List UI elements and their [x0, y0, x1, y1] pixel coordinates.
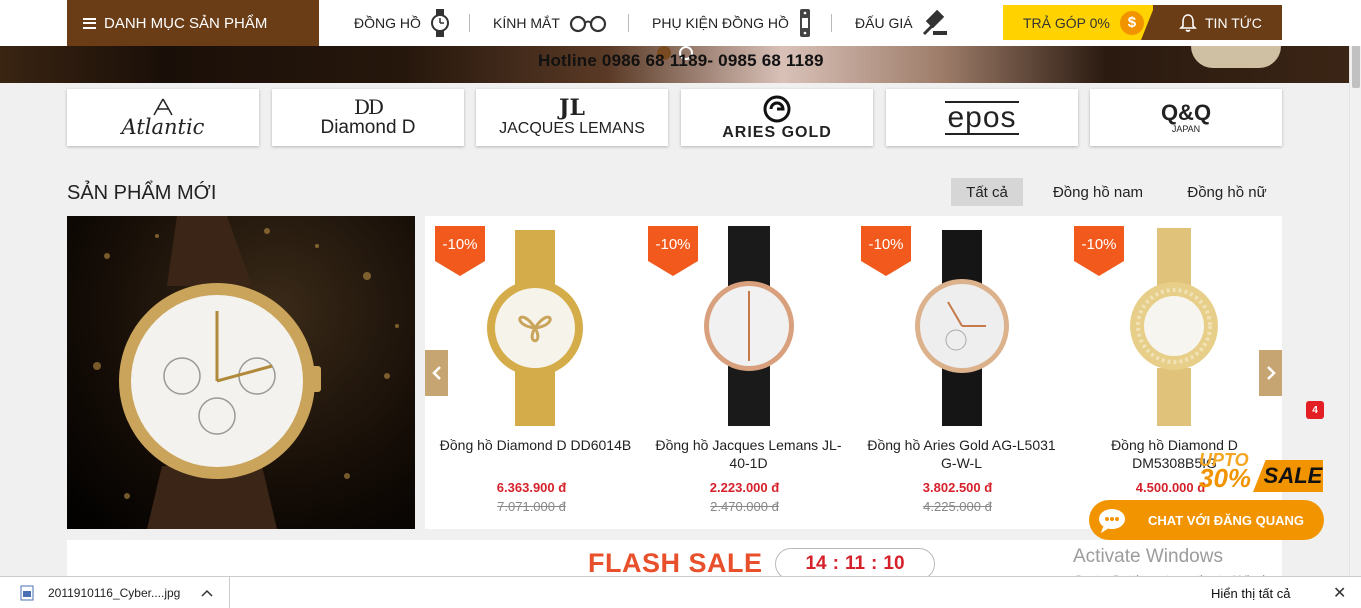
product-image: [915, 230, 1009, 426]
glasses-icon: [569, 15, 606, 33]
timer-minutes: 11: [844, 553, 866, 574]
promo-percent: 30%: [1199, 463, 1252, 493]
close-download-bar-icon[interactable]: ✕: [1333, 583, 1346, 603]
atlantic-logo-icon: [153, 98, 173, 115]
product-carousel: -10% Đồng hồ Diamond D DD6014B 6.363.900…: [425, 216, 1282, 529]
tab-women[interactable]: Đồng hồ nữ: [1177, 178, 1277, 206]
product-image: [487, 230, 583, 426]
product-image: [704, 226, 794, 426]
promo-upto[interactable]: UPTO 30%: [1199, 451, 1252, 493]
nav-divider: [628, 14, 629, 32]
nav-label: ĐỒNG HỒ: [354, 15, 421, 31]
nav-phu-kien[interactable]: PHỤ KIỆN ĐỒNG HỒ: [652, 0, 813, 46]
brand-name: Atlantic: [121, 114, 205, 139]
nav-kinh-mat[interactable]: KÍNH MẮT: [493, 0, 608, 46]
timer-hours: 14: [805, 553, 827, 574]
brand-aries-gold[interactable]: ARIES GOLD: [681, 89, 873, 146]
news-label: TIN TỨC: [1205, 14, 1262, 31]
hero-banner-strip[interactable]: Hotline 0986 68 1189- 0985 68 1189: [0, 46, 1349, 83]
bell-icon: [1179, 13, 1197, 32]
timer-seconds: 10: [883, 553, 905, 574]
epos-logo-frame: epos: [945, 100, 1019, 135]
banner-watch-image: [1191, 46, 1281, 68]
nav-label: ĐẤU GIÁ: [855, 15, 913, 31]
tab-men[interactable]: Đồng hồ nam: [1044, 178, 1152, 206]
featured-watch-image: [93, 216, 399, 529]
section-title: SẢN PHẨM MỚI: [67, 182, 217, 204]
nav-dong-ho[interactable]: ĐỒNG HỒ: [354, 0, 451, 46]
carousel-prev-button[interactable]: [425, 350, 448, 396]
discount-badge: -10%: [435, 226, 485, 276]
aries-gold-logo-icon: [763, 95, 791, 122]
notification-badge[interactable]: 4: [1306, 401, 1324, 419]
carousel-next-button[interactable]: [1259, 350, 1282, 396]
brand-sub: JAPAN: [1171, 123, 1201, 134]
chevron-left-icon: [431, 366, 441, 380]
brand-qq[interactable]: Q&Q JAPAN: [1090, 89, 1282, 146]
category-menu-button[interactable]: DANH MỤC SẢN PHẨM: [67, 0, 319, 46]
nav-divider: [469, 14, 470, 32]
brand-name: Diamond D: [320, 116, 416, 138]
activate-windows-title: Activate Windows: [1073, 546, 1223, 567]
download-item[interactable]: 2011910116_Cyber....jpg: [0, 577, 230, 608]
nav-divider: [831, 14, 832, 32]
product-card[interactable]: -10% Đồng hồ Jacques Lemans JL-40-1D 2.2…: [638, 216, 851, 529]
product-old-price: 4.225.000 đ: [923, 499, 992, 514]
product-image: [1130, 228, 1218, 426]
watch-strap-icon: [799, 9, 810, 37]
product-name[interactable]: Đồng hồ Jacques Lemans JL-40-1D: [646, 436, 851, 472]
chat-label: CHAT VỚI ĐĂNG QUANG: [1148, 512, 1305, 528]
diamond-d-logo-icon: DD: [353, 94, 384, 119]
product-price: 6.363.900 đ: [496, 480, 567, 495]
brand-jacques-lemans[interactable]: JL JACQUES LEMANS: [476, 89, 668, 146]
download-bar: 2011910116_Cyber....jpg Hiển thị tất cả …: [0, 576, 1361, 608]
hotline-text: Hotline 0986 68 1189- 0985 68 1189: [538, 51, 824, 70]
product-price: 3.802.500 đ: [922, 480, 993, 495]
brand-atlantic[interactable]: Atlantic: [67, 89, 259, 146]
product-price: 2.223.000 đ: [709, 480, 780, 495]
tab-all[interactable]: Tất cả: [951, 178, 1023, 206]
nav-label: PHỤ KIỆN ĐỒNG HỒ: [652, 15, 789, 31]
product-old-price: 7.071.000 đ: [497, 499, 566, 514]
nav-dau-gia[interactable]: ĐẤU GIÁ: [855, 0, 949, 46]
product-old-price: 2.470.000 đ: [710, 499, 779, 514]
featured-watch-banner[interactable]: [67, 216, 415, 529]
auction-hammer-icon: [922, 9, 947, 36]
flash-sale-title: FLASH SALE: [588, 548, 763, 578]
product-card[interactable]: -10% Đồng hồ Diamond D DD6014B 6.363.900…: [425, 216, 638, 529]
chat-button[interactable]: CHAT VỚI ĐĂNG QUANG: [1089, 500, 1324, 540]
brand-diamond-d[interactable]: DD Diamond D: [272, 89, 464, 146]
jl-logo-icon: JL: [559, 94, 585, 121]
brand-name: JACQUES LEMANS: [499, 119, 645, 137]
installment-label: TRẢ GÓP 0%: [1023, 14, 1110, 31]
download-file-name: 2011910116_Cyber....jpg: [48, 586, 181, 600]
site-header: DANH MỤC SẢN PHẨM ĐỒNG HỒ KÍNH MẮT PHỤ K…: [0, 0, 1361, 46]
discount-badge: -10%: [1074, 226, 1124, 276]
page-scrollbar[interactable]: [1349, 0, 1361, 576]
brand-epos[interactable]: epos: [886, 89, 1078, 146]
brand-name: Q&Q: [1160, 99, 1212, 125]
installment-button[interactable]: TRẢ GÓP 0% $: [1003, 5, 1153, 40]
nav-label: KÍNH MẮT: [493, 15, 560, 31]
chat-bubble-icon: [1099, 509, 1125, 533]
chevron-right-icon: [1266, 366, 1276, 380]
watch-icon: [430, 9, 449, 37]
product-card[interactable]: -10% Đồng hồ Aries Gold AG-L5031 G-W-L 3…: [851, 216, 1064, 529]
hamburger-icon: [83, 17, 96, 29]
product-name[interactable]: Đồng hồ Aries Gold AG-L5031 G-W-L: [859, 436, 1064, 472]
product-name[interactable]: Đồng hồ Diamond D DD6014B: [433, 436, 638, 454]
news-button[interactable]: TIN TỨC: [1153, 5, 1282, 40]
category-menu-label: DANH MỤC SẢN PHẨM: [104, 14, 268, 32]
show-all-downloads[interactable]: Hiển thị tất cả: [1211, 577, 1291, 608]
image-file-icon: [20, 585, 34, 601]
brand-name: ARIES GOLD: [722, 123, 832, 141]
chevron-up-icon[interactable]: [201, 589, 213, 597]
brand-name: epos: [947, 100, 1017, 134]
